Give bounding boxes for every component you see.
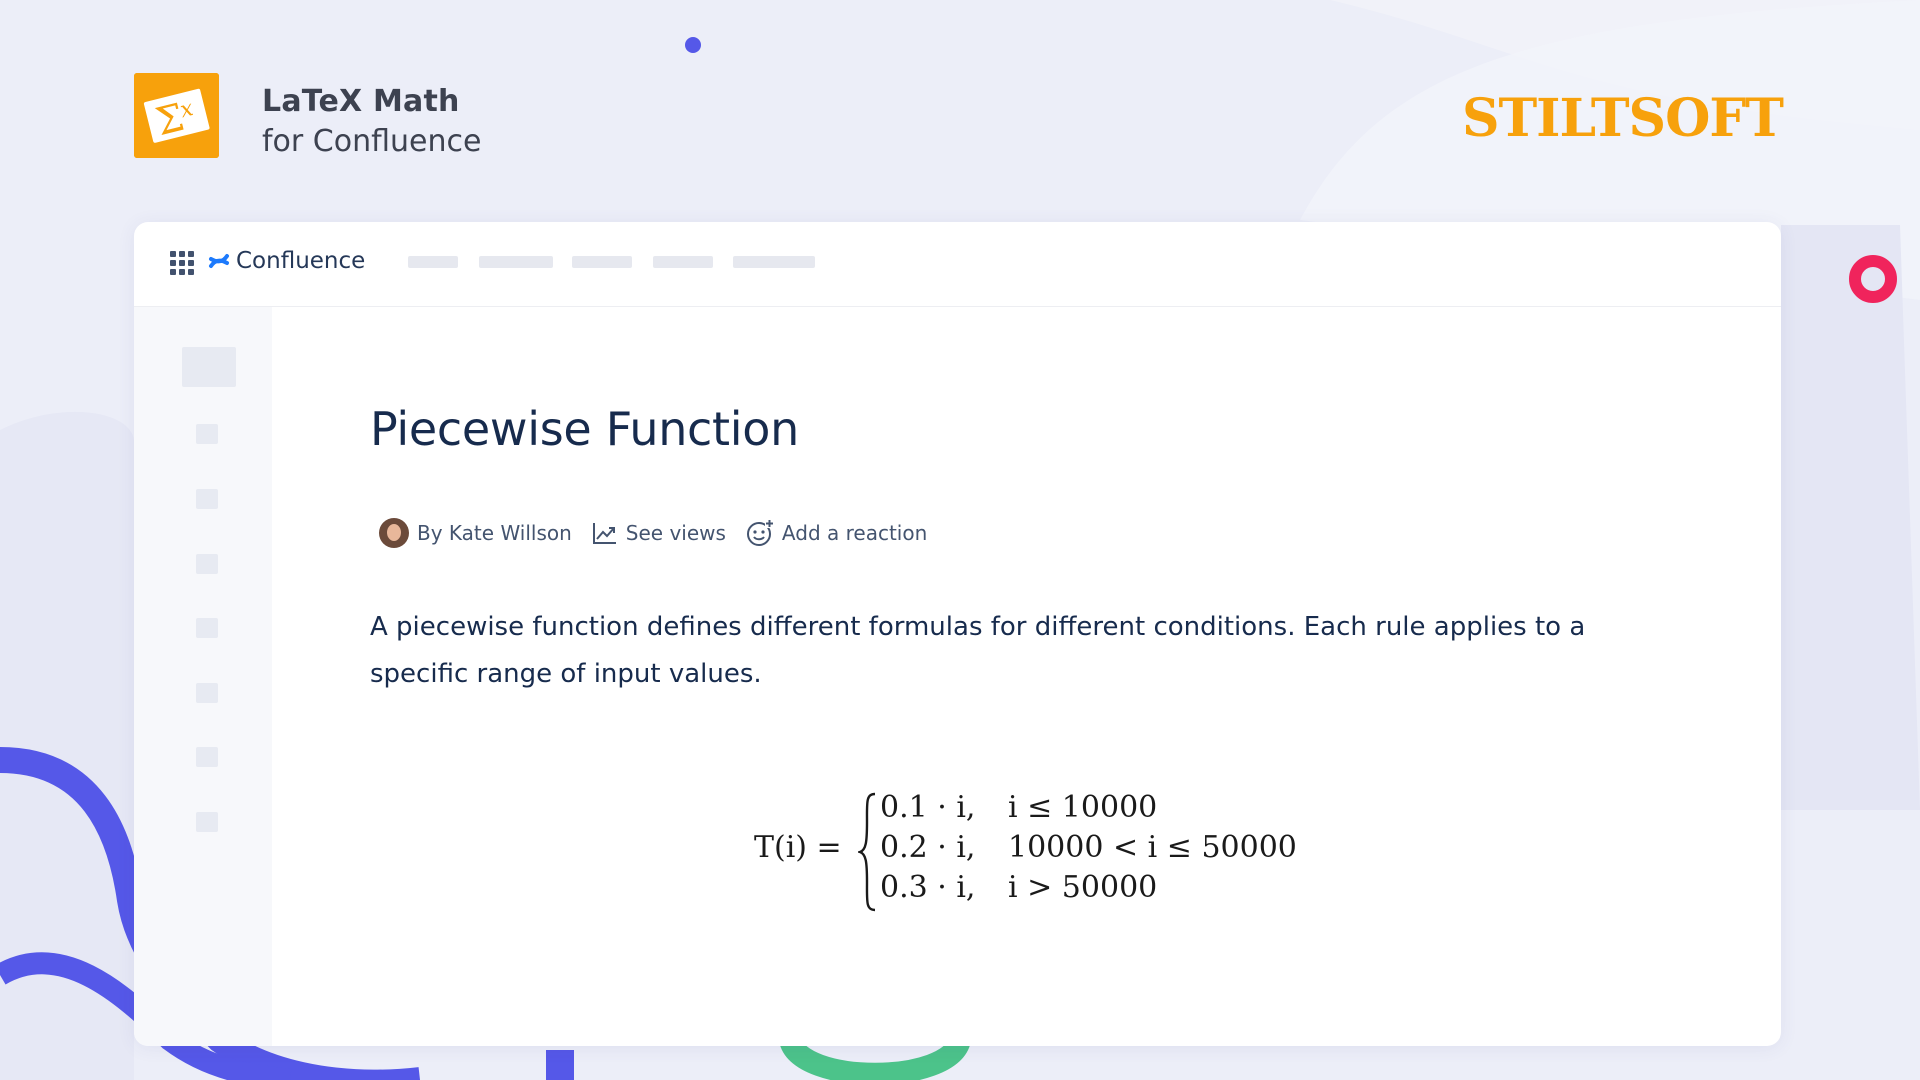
nav-item-placeholder[interactable] bbox=[572, 256, 632, 268]
case-expression: 0.2 · i, bbox=[880, 830, 976, 865]
avatar bbox=[379, 518, 409, 548]
nav-item-placeholder[interactable] bbox=[479, 256, 553, 268]
case-expression: 0.3 · i, bbox=[880, 870, 976, 905]
see-views-label: See views bbox=[625, 521, 726, 545]
top-navigation: Confluence bbox=[134, 222, 1781, 307]
product-name: Confluence bbox=[236, 248, 366, 274]
emoji-add-icon bbox=[746, 519, 774, 546]
sidebar-item-placeholder[interactable] bbox=[196, 554, 218, 574]
case-condition: i ≤ 10000 bbox=[1008, 790, 1158, 825]
sidebar bbox=[134, 307, 272, 1046]
author-label: By Kate Willson bbox=[417, 521, 572, 545]
sidebar-header-placeholder[interactable] bbox=[182, 347, 236, 387]
formula-lhs: T(i) = bbox=[754, 830, 842, 865]
add-reaction-button[interactable]: Add a reaction bbox=[746, 519, 927, 547]
case-condition: 10000 < i ≤ 50000 bbox=[1008, 830, 1297, 865]
sigma-x-icon: Σ x bbox=[134, 73, 219, 158]
case-condition: i > 50000 bbox=[1008, 870, 1158, 905]
nav-item-placeholder[interactable] bbox=[653, 256, 713, 268]
sidebar-item-placeholder[interactable] bbox=[196, 618, 218, 638]
sidebar-item-placeholder[interactable] bbox=[196, 812, 218, 832]
nav-item-placeholder[interactable] bbox=[733, 256, 815, 268]
left-brace-icon bbox=[858, 792, 876, 912]
page-byline: By Kate Willson See views Add a reaction bbox=[379, 518, 947, 548]
product-home-link[interactable]: Confluence bbox=[208, 248, 365, 274]
confluence-icon bbox=[209, 254, 229, 268]
app-logo: Σ x bbox=[134, 73, 219, 158]
brand-logo: STILTSOFT bbox=[1461, 88, 1784, 149]
add-reaction-label: Add a reaction bbox=[781, 521, 928, 545]
sidebar-item-placeholder[interactable] bbox=[196, 747, 218, 767]
author-link[interactable]: By Kate Willson bbox=[379, 518, 572, 548]
see-views-button[interactable]: See views bbox=[592, 521, 726, 545]
page-title: Piecewise Function bbox=[370, 402, 799, 456]
grid-icon[interactable] bbox=[170, 251, 194, 275]
latex-formula: T(i) = 0.1 · i, i ≤ 10000 0.2 · i, 10000… bbox=[754, 782, 1297, 922]
sidebar-item-placeholder[interactable] bbox=[196, 424, 218, 444]
sidebar-item-placeholder[interactable] bbox=[196, 683, 218, 703]
formula-case-row: 0.3 · i, i > 50000 bbox=[880, 870, 1157, 905]
case-expression: 0.1 · i, bbox=[880, 790, 976, 825]
formula-case-row: 0.1 · i, i ≤ 10000 bbox=[880, 790, 1157, 825]
app-subtitle: for Confluence bbox=[262, 124, 482, 159]
page-paragraph: A piecewise function defines different f… bbox=[370, 612, 1586, 689]
formula-case-row: 0.2 · i, 10000 < i ≤ 50000 bbox=[880, 830, 1297, 865]
nav-item-placeholder[interactable] bbox=[408, 256, 458, 268]
app-title: LaTeX Math bbox=[262, 84, 460, 119]
confluence-window: Confluence Piecewise Function By Kate Wi… bbox=[134, 222, 1781, 1046]
sidebar-item-placeholder[interactable] bbox=[196, 489, 218, 509]
chart-trend-icon bbox=[592, 523, 616, 544]
